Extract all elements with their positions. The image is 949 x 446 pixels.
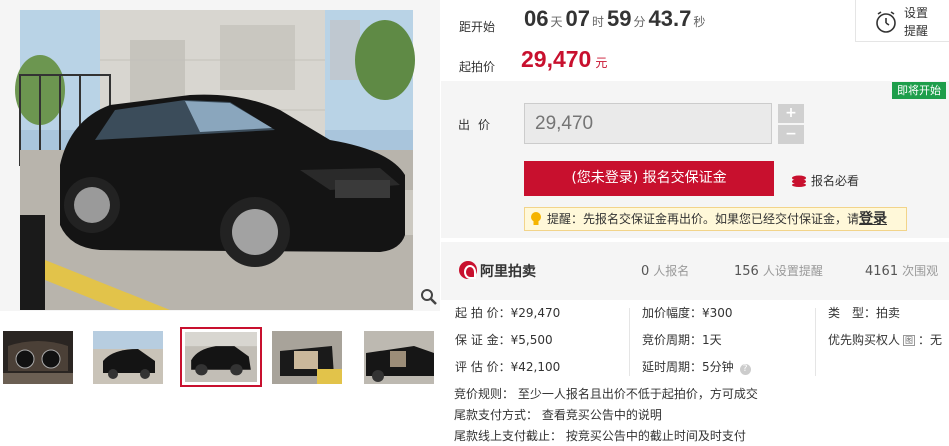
increase-bid-button[interactable]: + <box>778 104 804 123</box>
bid-label: 出价 <box>458 118 499 132</box>
zoom-icon[interactable] <box>420 288 438 306</box>
detail-increment: 加价幅度：¥300 <box>642 306 733 320</box>
detail-priority-buyer: 优先购买权人图：无 <box>828 333 943 347</box>
coins-icon <box>792 175 806 187</box>
detail-delay-cycle: 延时周期：5分钟? <box>642 358 751 375</box>
ali-auction-icon <box>459 261 477 279</box>
thumbnail-front[interactable] <box>93 331 163 384</box>
login-tip: 提醒：先报名交保证金再出价。如果您已经交付保证金，请登录 <box>524 207 907 231</box>
main-car-photo[interactable] <box>0 0 440 311</box>
detail-type: 类 型：拍卖 <box>828 306 901 320</box>
rule-payment-deadline: 尾款线上支付截止： 按竞买公告中的截止时间及时支付 <box>454 429 746 443</box>
bid-panel: 即将开始 出价 + − (您未登录) 报名交保证金 报名必看 提醒：先报名交保证… <box>441 81 949 238</box>
thumbnail-rear[interactable] <box>364 331 434 384</box>
rule-bidding: 竞价规则： 至少一人报名且出价不低于起拍价，方可成交 <box>454 387 758 401</box>
thumbnail-side-active[interactable] <box>180 327 262 387</box>
countdown-hours: 07 <box>565 6 590 31</box>
ali-auction-logo: 阿里拍卖 <box>459 261 536 281</box>
start-price-label: 起拍价 <box>459 60 496 74</box>
auction-stats: 阿里拍卖 0 人报名 156 人设置提醒 4161 次围观 <box>441 242 949 300</box>
countdown-timer: 06 天 07 时 59 分 43.7 秒 <box>524 6 706 31</box>
countdown-minutes: 59 <box>607 6 632 31</box>
column-divider <box>629 308 630 376</box>
status-badge: 即将开始 <box>892 82 946 99</box>
decrease-bid-button[interactable]: − <box>778 125 804 144</box>
start-price: 29,470 元 <box>521 46 608 72</box>
thumbnail-strip <box>0 327 440 389</box>
detail-estimate: 评 估 价：¥42,100 <box>455 360 561 374</box>
detail-deposit: 保 证 金：¥5,500 <box>455 333 553 347</box>
thumbnail-dashboard[interactable] <box>3 331 73 384</box>
column-divider <box>815 308 816 376</box>
car-photo-image <box>0 0 440 311</box>
register-deposit-button[interactable]: (您未登录) 报名交保证金 <box>524 161 774 196</box>
reminder-count: 156 人设置提醒 <box>734 264 823 279</box>
countdown-days: 06 <box>524 6 549 31</box>
auction-header: 距开始 06 天 07 时 59 分 43.7 秒 起拍价 29,470 元 设置 提醒 <box>441 0 949 80</box>
help-icon[interactable]: ? <box>739 364 751 375</box>
detail-bid-cycle: 竞价周期：1天 <box>642 333 722 347</box>
detail-start-price: 起 拍 价：¥29,470 <box>455 306 561 320</box>
set-reminder-button[interactable]: 设置 提醒 <box>855 0 949 42</box>
countdown-label: 距开始 <box>459 20 496 34</box>
alarm-clock-icon <box>876 11 896 33</box>
rule-payment-method: 尾款支付方式： 查看竞买公告中的说明 <box>454 408 662 422</box>
bid-stepper: + − <box>778 104 804 145</box>
must-read-link[interactable]: 报名必看 <box>791 172 859 189</box>
view-count: 4161 次围观 <box>865 264 939 279</box>
thumbnail-interior[interactable] <box>272 331 342 384</box>
info-tag-icon[interactable]: 图 <box>903 335 916 346</box>
auction-details: 起 拍 价：¥29,470 保 证 金：¥5,500 评 估 价：¥42,100… <box>441 300 949 446</box>
signup-count: 0 人报名 <box>641 264 690 279</box>
login-link[interactable]: 登录 <box>859 211 887 227</box>
lightbulb-icon <box>531 212 541 225</box>
bid-amount-input[interactable] <box>524 103 772 144</box>
countdown-seconds: 43.7 <box>648 6 692 31</box>
